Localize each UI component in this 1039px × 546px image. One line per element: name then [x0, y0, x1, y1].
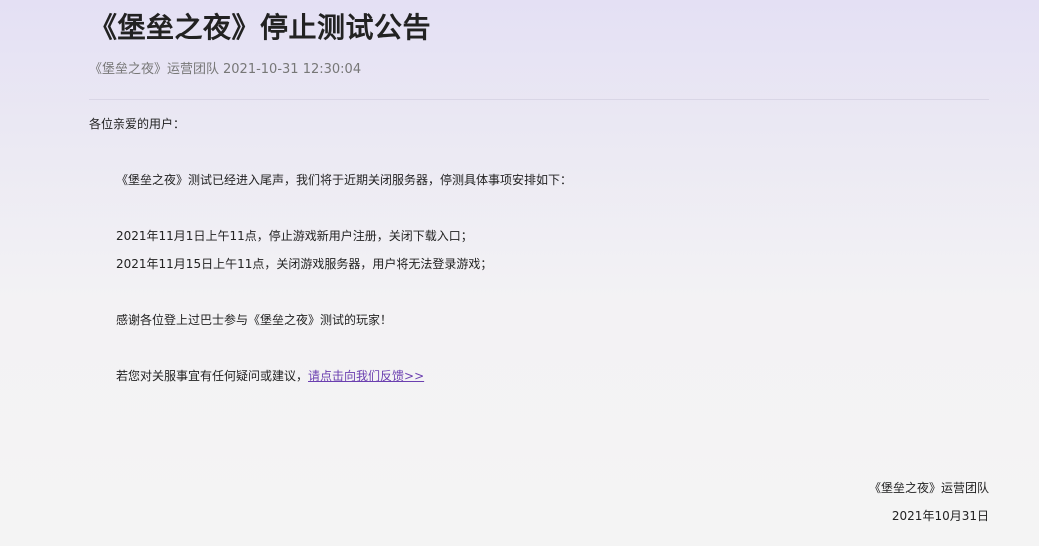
intro-paragraph: 《堡垒之夜》测试已经进入尾声，我们将于近期关闭服务器，停测具体事项安排如下：	[116, 173, 573, 187]
announcement-container: 《堡垒之夜》停止测试公告 《堡垒之夜》运营团队 2021-10-31 12:30:…	[89, 0, 989, 546]
signature-team: 《堡垒之夜》运营团队	[868, 481, 989, 495]
feedback-link[interactable]: 请点击向我们反馈>>	[308, 369, 424, 383]
page-title: 《堡垒之夜》停止测试公告	[89, 11, 432, 44]
feedback-paragraph: 若您对关服事宜有任何疑问或建议，请点击向我们反馈>>	[116, 367, 424, 384]
publish-timestamp: 2021-10-31 12:30:04	[223, 62, 362, 77]
article-meta: 《堡垒之夜》运营团队 2021-10-31 12:30:04	[89, 58, 361, 77]
thanks-paragraph: 感谢各位登上过巴士参与《堡垒之夜》测试的玩家！	[116, 313, 393, 327]
signature-date: 2021年10月31日	[891, 509, 989, 523]
schedule-item: 2021年11月15日上午11点，关闭游戏服务器，用户将无法登录游戏；	[116, 257, 493, 271]
schedule-item: 2021年11月1日上午11点，停止游戏新用户注册，关闭下载入口；	[116, 229, 473, 243]
title-divider	[89, 99, 989, 100]
feedback-prefix: 若您对关服事宜有任何疑问或建议，	[116, 369, 309, 383]
greeting-text: 各位亲爱的用户：	[89, 117, 186, 131]
author-label: 《堡垒之夜》运营团队	[89, 62, 220, 77]
